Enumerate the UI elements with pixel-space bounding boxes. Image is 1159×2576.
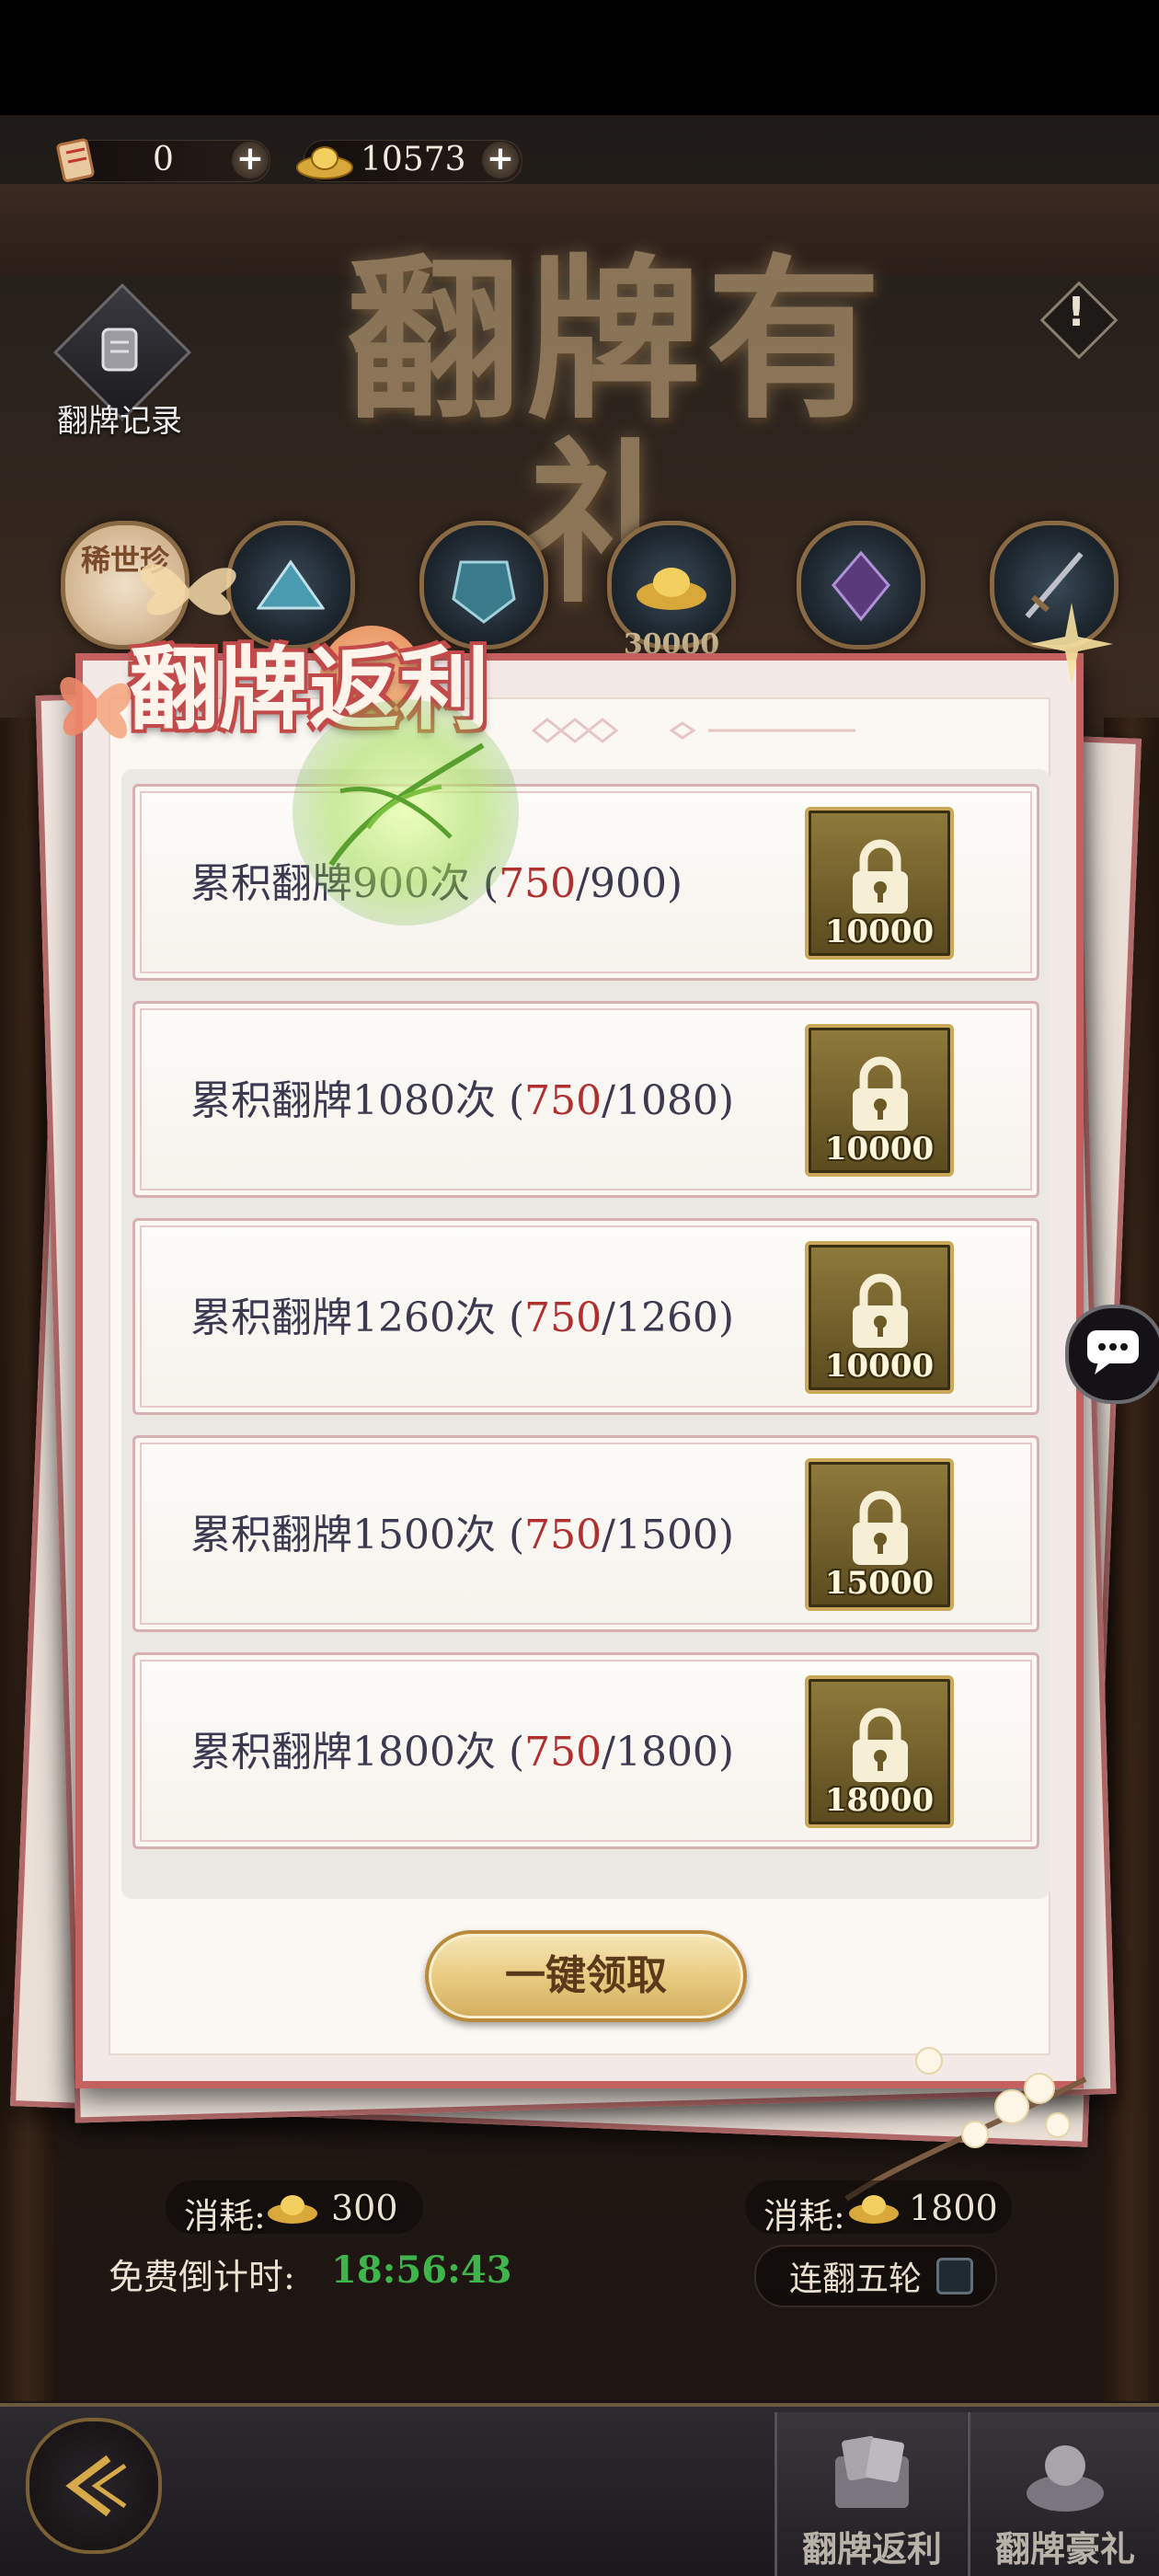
- task-row: 累积翻牌1260次 (750/1260) 10000: [132, 1218, 1039, 1415]
- status-bar: [0, 0, 1159, 115]
- reward-amount: 10000: [824, 1348, 935, 1385]
- reward-amount: 15000: [824, 1565, 935, 1602]
- lock-icon: [853, 839, 908, 914]
- chat-icon: [1087, 1330, 1139, 1374]
- add-ticket-button[interactable]: +: [232, 142, 269, 178]
- screen: 0 + 10573 + 翻牌有礼 翻牌记录 ! 稀世珍 30000 750/90…: [0, 0, 1159, 2576]
- task-progress-current: 750: [499, 860, 577, 907]
- task-list: 累积翻牌900次 (750/900) 10000 累积翻牌1080次 (750/…: [121, 769, 1050, 1899]
- back-arrow-icon: [65, 2455, 127, 2517]
- chat-button[interactable]: [1065, 1305, 1159, 1404]
- tab-flip-gift-label: 翻牌豪礼: [994, 2528, 1135, 2570]
- gold-ingot-icon: [637, 568, 706, 610]
- butterfly-icon: [141, 563, 236, 615]
- cost-left-value: 300: [331, 2188, 398, 2228]
- reward-locked[interactable]: 10000: [805, 1024, 954, 1177]
- reward-locked[interactable]: 18000: [805, 1675, 954, 1828]
- ingot-count: 10573: [361, 141, 466, 178]
- record-label: 翻牌记录: [57, 403, 182, 440]
- five-round-toggle[interactable]: 连翻五轮: [754, 2245, 997, 2307]
- reward-amount: 10000: [824, 914, 935, 950]
- free-timer-value: 18:56:43: [331, 2248, 512, 2292]
- task-row: 累积翻牌900次 (750/900) 10000: [132, 784, 1039, 981]
- tab-flip-gift[interactable]: 翻牌豪礼: [968, 2412, 1159, 2576]
- ornament-divider: [531, 718, 855, 743]
- task-description: 累积翻牌1500次 (750/1500): [190, 1512, 735, 1558]
- rebate-panel: 累积翻牌900次 (750/900) 10000 累积翻牌1080次 (750/…: [75, 653, 1084, 2088]
- cost-right-value: 1800: [909, 2188, 998, 2228]
- reward-amount: 10000: [824, 1131, 935, 1167]
- task-row: 累积翻牌1800次 (750/1800) 18000: [132, 1652, 1039, 1849]
- task-progress-current: 750: [524, 1512, 602, 1558]
- exclamation-icon: !: [1066, 289, 1086, 336]
- reward-locked[interactable]: 15000: [805, 1458, 954, 1611]
- task-description: 累积翻牌1260次 (750/1260): [190, 1294, 735, 1341]
- lock-icon: [853, 1273, 908, 1348]
- scroll-icon: [101, 328, 138, 372]
- card-chest-icon: [835, 2435, 909, 2508]
- five-round-label: 连翻五轮: [789, 2260, 923, 2298]
- ticket-icon: [56, 138, 95, 182]
- claim-all-button[interactable]: 一键领取: [425, 1930, 747, 2022]
- tab-flip-rebate[interactable]: 翻牌返利: [775, 2412, 967, 2576]
- task-description: 累积翻牌1800次 (750/1800): [190, 1729, 735, 1776]
- lock-icon: [853, 1056, 908, 1131]
- reward-locked[interactable]: 10000: [805, 1241, 954, 1394]
- task-progress-current: 750: [524, 1294, 602, 1341]
- reward-locked[interactable]: 10000: [805, 807, 954, 960]
- butterfly-icon: [60, 676, 132, 739]
- task-description: 累积翻牌1080次 (750/1080): [190, 1077, 735, 1124]
- flip-record-button[interactable]: 翻牌记录: [37, 283, 202, 460]
- five-round-checkbox[interactable]: [936, 2258, 973, 2294]
- ticket-count: 0: [153, 141, 174, 178]
- task-progress-current: 750: [524, 1729, 602, 1776]
- add-ingot-button[interactable]: +: [482, 142, 519, 178]
- leaf-icon: [328, 742, 485, 867]
- back-button[interactable]: [26, 2418, 162, 2554]
- prize-slot-ingot[interactable]: 30000: [607, 521, 736, 661]
- lock-icon: [853, 1708, 908, 1782]
- prize-slot-crystal[interactable]: [797, 521, 925, 650]
- gold-ingot-icon: [268, 2195, 317, 2224]
- task-row: 累积翻牌1080次 (750/1080) 10000: [132, 1001, 1039, 1198]
- reward-amount: 18000: [824, 1782, 935, 1819]
- lock-icon: [853, 1490, 908, 1565]
- crystal-icon: [832, 550, 890, 622]
- armor-icon: [452, 560, 516, 624]
- treasure-icon: [1027, 2445, 1104, 2512]
- task-progress-current: 750: [524, 1077, 602, 1124]
- gold-ingot-icon: [296, 146, 353, 179]
- cost-left-label: 消耗:: [184, 2196, 266, 2237]
- info-button[interactable]: !: [1039, 281, 1119, 360]
- tab-flip-rebate-label: 翻牌返利: [801, 2528, 942, 2570]
- task-row: 累积翻牌1500次 (750/1500) 15000: [132, 1435, 1039, 1632]
- sparkle-icon: [1030, 603, 1113, 685]
- free-timer-label: 免费倒计时:: [109, 2257, 295, 2297]
- cost-right-label: 消耗:: [763, 2196, 845, 2237]
- gold-ingot-icon: [849, 2195, 899, 2224]
